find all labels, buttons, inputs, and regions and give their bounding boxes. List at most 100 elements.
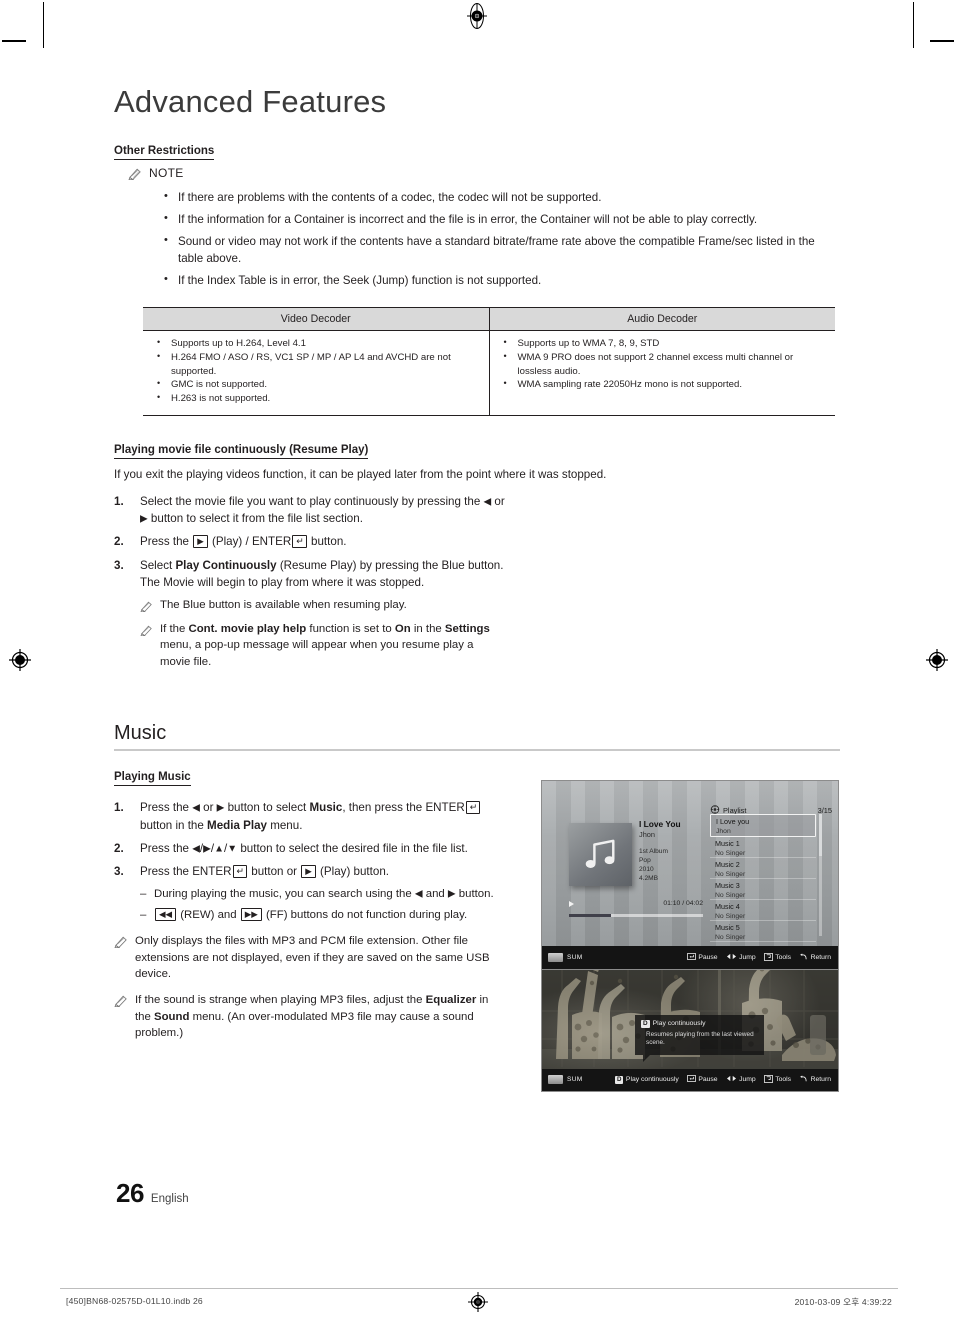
m2-b: button to select the desired file in the… — [237, 841, 468, 855]
music-progress-bar[interactable] — [569, 914, 703, 917]
resume-play-heading: Playing movie file continuously (Resume … — [114, 443, 369, 460]
step2-lead: Press the — [140, 535, 189, 549]
note-text: The Blue button is available when resumi… — [160, 598, 407, 611]
list-item[interactable]: Music 3 No Singer — [710, 879, 816, 901]
item-singer: No Singer — [715, 892, 746, 900]
right-arrow-icon: ▶ — [203, 843, 211, 855]
m1-d: , then press the — [342, 801, 426, 815]
pencil-icon — [140, 599, 153, 617]
m1-bold2: Media Play — [207, 818, 267, 832]
item-name: I Love you — [716, 817, 750, 827]
list-item: Supports up to H.264, Level 4.1 — [151, 336, 481, 351]
page-content: Advanced Features Other Restrictions NOT… — [114, 84, 840, 1092]
list-item[interactable]: Music 2 No Singer — [710, 858, 816, 880]
video-key-guide: D Play continuously Pause Jump Tools Retu… — [614, 1074, 831, 1085]
play-key-icon: ▶ — [193, 535, 208, 549]
playlist-list[interactable]: I Love you Jhon Music 1 No Singer Music … — [710, 814, 816, 943]
resume-note-1: The Blue button is available when resumi… — [140, 597, 506, 617]
step-number: 1. — [114, 494, 124, 508]
manual-page: Advanced Features Other Restrictions NOT… — [0, 0, 954, 1321]
music-dash-1: – During playing the music, you can sear… — [140, 886, 506, 903]
step2-tail: button. — [311, 535, 347, 549]
music-bottom-bar: SUM Pause Jump Tools Return — [542, 946, 838, 970]
left-arrow-icon: ◀ — [414, 888, 423, 900]
list-item: Sound or video may not work if the conte… — [164, 233, 840, 268]
list-item[interactable]: Music 4 No Singer — [710, 900, 816, 922]
rewind-key-icon: ◀◀ — [155, 908, 177, 922]
resume-play-intro: If you exit the playing videos function,… — [114, 468, 607, 482]
key-tools[interactable]: Tools — [763, 952, 792, 963]
d2-a: (REW) and — [180, 909, 237, 922]
step-number: 2. — [114, 841, 124, 855]
note2-d: in the — [410, 622, 445, 635]
page-number: 26 — [116, 1178, 144, 1208]
video-source-indicator: SUM — [548, 1075, 583, 1085]
note2-c: function is set to — [306, 622, 395, 635]
step-1: 1. Select the movie file you want to pla… — [114, 493, 506, 528]
list-item: GMC is not supported. — [151, 377, 481, 392]
return-arrow-icon — [799, 953, 808, 963]
track-artist: Jhon — [639, 830, 656, 840]
list-item[interactable]: I Love you Jhon — [710, 814, 816, 838]
left-right-arrow-icon — [726, 1075, 737, 1084]
play-status-icon — [569, 901, 574, 908]
track-album: 1st Album — [639, 848, 668, 856]
music-note-icon — [585, 839, 615, 868]
d2-b: (FF) buttons do not function during play… — [266, 909, 468, 922]
resume-note-2: If the Cont. movie play help function is… — [140, 621, 506, 671]
pencil-icon — [140, 623, 153, 641]
item-singer: Jhon — [716, 828, 731, 836]
page-title: Advanced Features — [114, 84, 387, 119]
step3-a: Select — [140, 558, 176, 572]
audio-decoder-cell: Supports up to WMA 7, 8, 9, STD WMA 9 PR… — [489, 330, 835, 416]
m3-c: (Play) button. — [316, 865, 389, 879]
note2-e: menu, a pop-up message will appear when … — [160, 639, 474, 668]
list-item: Supports up to WMA 7, 8, 9, STD — [498, 336, 828, 351]
resume-play-block: Playing movie file continuously (Resume … — [114, 440, 840, 1092]
key-return[interactable]: Return — [799, 1075, 831, 1085]
right-arrow-icon: ▶ — [140, 513, 148, 525]
m1-bold: Music — [309, 801, 343, 815]
column-header-video-decoder: Video Decoder — [143, 307, 490, 332]
music-key-guide: Pause Jump Tools Return — [686, 952, 831, 963]
section-title-music: Music — [114, 721, 167, 744]
key-pause[interactable]: Pause — [686, 953, 718, 962]
d1-c: button. — [455, 888, 494, 901]
key-jump[interactable]: Jump — [726, 1075, 756, 1084]
step1-suffix: button to select it from the file list s… — [147, 512, 363, 526]
enter-key-icon: ↵ — [465, 801, 481, 815]
item-singer: No Singer — [715, 934, 746, 942]
note2-bold-2: On — [394, 622, 411, 635]
video-decoder-cell: Supports up to H.264, Level 4.1 H.264 FM… — [143, 330, 490, 416]
key-return[interactable]: Return — [799, 953, 831, 963]
step-3: 3. Select Play Continuously (Resume Play… — [114, 557, 506, 591]
left-right-arrow-icon — [726, 953, 737, 962]
step-text: Press the ENTER ↵ button or ▶ (Play) butt… — [140, 863, 506, 880]
section-divider — [114, 748, 840, 751]
key-label: Tools — [775, 954, 792, 962]
key-pause[interactable]: Pause — [686, 1075, 718, 1084]
note-text: Only displays the files with MP3 and PCM… — [135, 935, 490, 981]
key-play-continuously[interactable]: D Play continuously — [614, 1075, 679, 1084]
enter-key-icon — [686, 953, 696, 962]
item-singer: No Singer — [715, 850, 746, 858]
key-label: Return — [810, 954, 831, 962]
table-row: Supports up to H.264, Level 4.1 H.264 FM… — [143, 330, 835, 416]
key-label: Play continuously — [625, 1076, 679, 1084]
key-tools[interactable]: Tools — [763, 1074, 791, 1085]
playlist-scrollbar[interactable] — [819, 814, 822, 937]
usb-device-icon — [548, 1075, 563, 1085]
note2-bold-3: Settings — [444, 622, 490, 635]
music-player-screenshot: I Love You Jhon 1st Album Pop 2010 4.2MB — [541, 780, 839, 971]
usb-device-icon — [548, 953, 563, 963]
music-timecode: 01:10 / 04:02 — [663, 900, 703, 908]
mn2-bold-1: Equalizer — [425, 994, 477, 1007]
music-columns: 1. Press the ◀ or ▶ button to select Mus… — [114, 780, 840, 1042]
item-name: Music 2 — [715, 860, 740, 870]
list-item[interactable]: Music 1 No Singer — [710, 837, 816, 859]
source-label: SUM — [567, 954, 583, 962]
key-jump[interactable]: Jump — [726, 953, 756, 962]
track-info: I Love You Jhon 1st Album Pop 2010 4.2MB — [639, 819, 681, 883]
list-item[interactable]: Music 5 No Singer — [710, 921, 816, 943]
m3-b: button or — [248, 865, 301, 879]
